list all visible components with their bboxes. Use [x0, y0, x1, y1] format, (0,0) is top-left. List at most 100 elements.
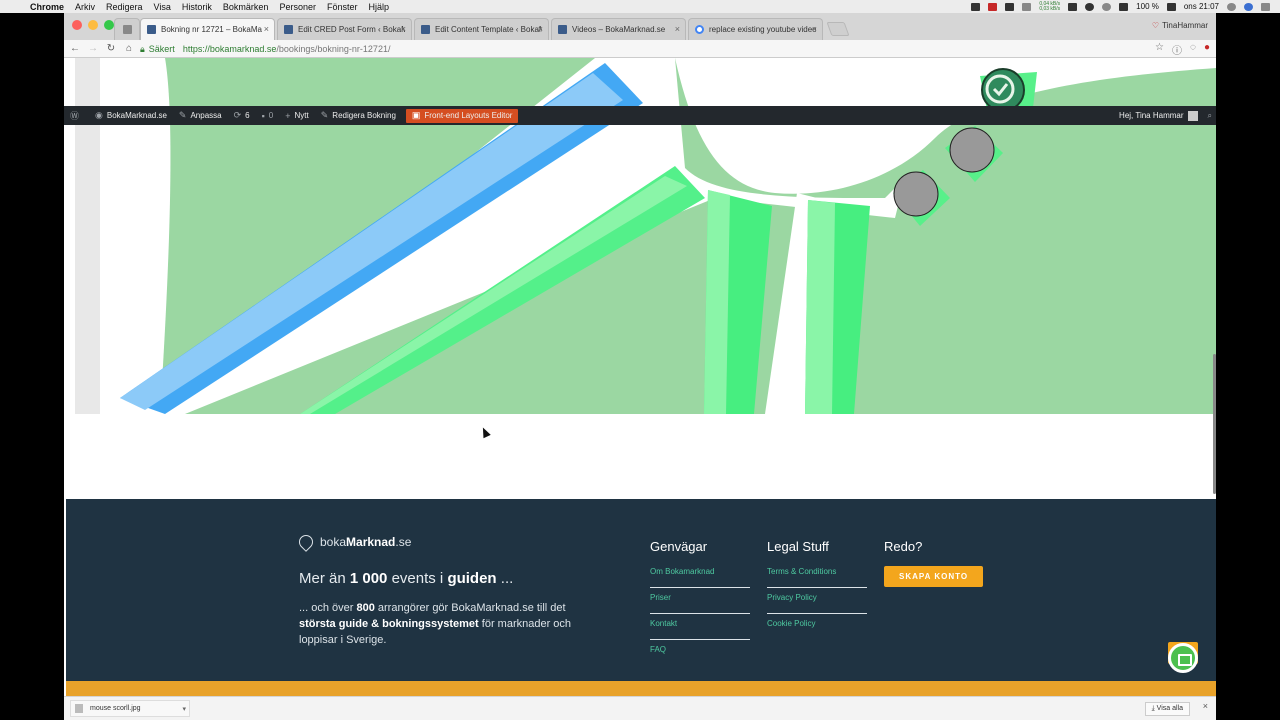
forward-icon[interactable]: →: [86, 43, 100, 54]
grid-icon[interactable]: [1068, 2, 1078, 11]
profile-button[interactable]: ♡ TinaHammar: [1152, 21, 1208, 30]
pencil-icon: ✎: [320, 110, 329, 120]
extension-info-icon[interactable]: ⓘ: [1172, 42, 1182, 57]
updates-icon: ⟳: [233, 110, 242, 120]
link-priser[interactable]: Priser: [650, 592, 750, 614]
home-icon[interactable]: ⌂: [122, 43, 136, 54]
browser-toolbar: ← → ↻ ⌂ 🔒︎ Säkert https://bokamarknad.se…: [64, 40, 1216, 58]
secure-label[interactable]: Säkert: [149, 44, 175, 54]
mac-menubar: Chrome Arkiv Redigera Visa Historik Bokm…: [0, 0, 1280, 13]
wordpress-favicon-icon: [147, 25, 156, 34]
volume-icon[interactable]: [1119, 2, 1129, 11]
tab-edit-template[interactable]: Edit Content Template ‹ BokaM ×: [414, 18, 549, 40]
battery-label: 100 %: [1136, 2, 1159, 11]
download-item[interactable]: mouse scorll.jpg ▾: [70, 700, 190, 717]
menu-personer[interactable]: Personer: [279, 2, 323, 12]
pinned-tab[interactable]: [114, 18, 140, 40]
url-path[interactable]: /bookings/bokning-nr-12721/: [276, 44, 390, 54]
link-cookie[interactable]: Cookie Policy: [767, 618, 867, 640]
wp-search-icon[interactable]: ⌕: [1208, 111, 1212, 121]
footer-col-legal: Legal Stuff Terms & Conditions Privacy P…: [767, 539, 867, 640]
link-kontakt[interactable]: Kontakt: [650, 618, 750, 640]
wp-edit-label: Redigera Bokning: [332, 111, 396, 120]
tab-google-search[interactable]: replace existing youtube video ×: [688, 18, 823, 40]
wp-edit-item[interactable]: ✎ Redigera Bokning: [315, 106, 402, 125]
network-speed: 0,04 kB/s 0,03 kB/s: [1039, 1, 1060, 12]
user-icon[interactable]: [1085, 2, 1095, 11]
desc-part: ... och över: [299, 602, 357, 614]
wordpress-icon: Ⓦ: [70, 111, 80, 121]
app-icon[interactable]: [988, 2, 998, 11]
tab-edit-cred[interactable]: Edit CRED Post Form ‹ BokaM ×: [277, 18, 412, 40]
close-tab-icon[interactable]: ×: [675, 24, 680, 34]
map-pin-icon: [296, 532, 316, 552]
create-account-button[interactable]: SKAPA KONTO: [884, 566, 984, 587]
menu-hjalp[interactable]: Hjälp: [369, 2, 397, 12]
tab-label: Videos – BokaMarknad.se: [572, 25, 666, 34]
desc-number: 800: [356, 602, 375, 614]
minimize-window-button[interactable]: [88, 20, 98, 30]
clock[interactable]: ons 21:07: [1184, 2, 1219, 11]
wp-customize-item[interactable]: ✎ Anpassa: [173, 106, 228, 125]
zoom-window-button[interactable]: [104, 20, 114, 30]
chat-widget-icon[interactable]: [1168, 643, 1198, 673]
wordpress-favicon-icon: [558, 25, 567, 34]
avatar[interactable]: [1187, 110, 1198, 121]
left-letterbox: [0, 13, 64, 720]
menu-bokmarken[interactable]: Bokmärken: [223, 2, 276, 12]
evernote-icon[interactable]: [1005, 2, 1015, 11]
lock-icon[interactable]: 🔒︎: [140, 44, 145, 55]
extension-red-icon[interactable]: ●: [1204, 42, 1210, 57]
tagline-part: events i: [387, 570, 448, 587]
footer-logo[interactable]: boka Marknad .se: [296, 532, 411, 552]
wp-logo-item[interactable]: Ⓦ: [64, 106, 89, 125]
menu-visa[interactable]: Visa: [154, 2, 178, 12]
reload-icon[interactable]: ↻: [104, 43, 118, 54]
link-om-bokamarknad[interactable]: Om Bokamarknad: [650, 566, 750, 588]
shortcuts-heading: Genvägar: [650, 539, 708, 554]
close-window-button[interactable]: [72, 20, 82, 30]
bookmark-star-icon[interactable]: ☆: [1155, 42, 1164, 57]
search-icon[interactable]: [1227, 2, 1236, 11]
tab-bokning[interactable]: Bokning nr 12721 – BokaMa ×: [140, 18, 275, 40]
wp-greeting[interactable]: Hej, Tina Hammar: [1119, 111, 1183, 120]
siri-icon[interactable]: [1244, 2, 1253, 11]
extension-icon[interactable]: ◌: [1190, 42, 1196, 57]
app2-icon[interactable]: [1022, 2, 1032, 11]
close-tab-icon[interactable]: ×: [264, 24, 269, 34]
battery-icon[interactable]: [1166, 2, 1176, 11]
wordpress-favicon-icon: [284, 25, 293, 34]
close-icon[interactable]: ×: [1203, 701, 1208, 711]
menu-chrome[interactable]: Chrome: [30, 2, 71, 12]
back-icon[interactable]: ←: [68, 43, 82, 54]
wp-layouts-editor-item[interactable]: ▣ Front-end Layouts Editor: [405, 108, 519, 123]
menu-fonster[interactable]: Fönster: [327, 2, 365, 12]
link-privacy[interactable]: Privacy Policy: [767, 592, 867, 614]
notifications-icon[interactable]: [1261, 2, 1270, 11]
tagline-part: Mer än: [299, 570, 350, 587]
page-scrollbar[interactable]: [1213, 354, 1216, 494]
profile-icon: ♡: [1151, 21, 1160, 30]
close-tab-icon[interactable]: ×: [401, 24, 406, 34]
wp-new-item[interactable]: + Nytt: [279, 106, 315, 125]
new-tab-button[interactable]: [826, 22, 850, 36]
menu-arkiv[interactable]: Arkiv: [75, 2, 102, 12]
tab-videos[interactable]: Videos – BokaMarknad.se ×: [551, 18, 686, 40]
dropbox-icon[interactable]: [971, 2, 981, 11]
show-all-downloads-button[interactable]: ⤓ Visa alla: [1144, 702, 1190, 716]
menu-redigera[interactable]: Redigera: [106, 2, 150, 12]
menu-historik[interactable]: Historik: [182, 2, 219, 12]
wp-comments-item[interactable]: ▪ 0: [256, 106, 280, 125]
circle-icon[interactable]: [1102, 2, 1112, 11]
link-faq[interactable]: FAQ: [650, 644, 750, 666]
wp-updates-item[interactable]: ⟳ 6: [228, 106, 256, 125]
chevron-down-icon[interactable]: ▾: [182, 705, 186, 713]
link-terms[interactable]: Terms & Conditions: [767, 566, 867, 588]
url-base[interactable]: https://bokamarknad.se: [183, 44, 277, 54]
dashboard-icon: ◉: [95, 110, 103, 120]
brand-bold: Marknad: [346, 535, 396, 549]
close-tab-icon[interactable]: ×: [538, 24, 543, 34]
close-tab-icon[interactable]: ×: [812, 24, 817, 34]
address-bar[interactable]: 🔒︎ Säkert https://bokamarknad.se/booking…: [140, 42, 1140, 56]
wp-site-item[interactable]: ◉ BokaMarknad.se: [89, 106, 173, 125]
